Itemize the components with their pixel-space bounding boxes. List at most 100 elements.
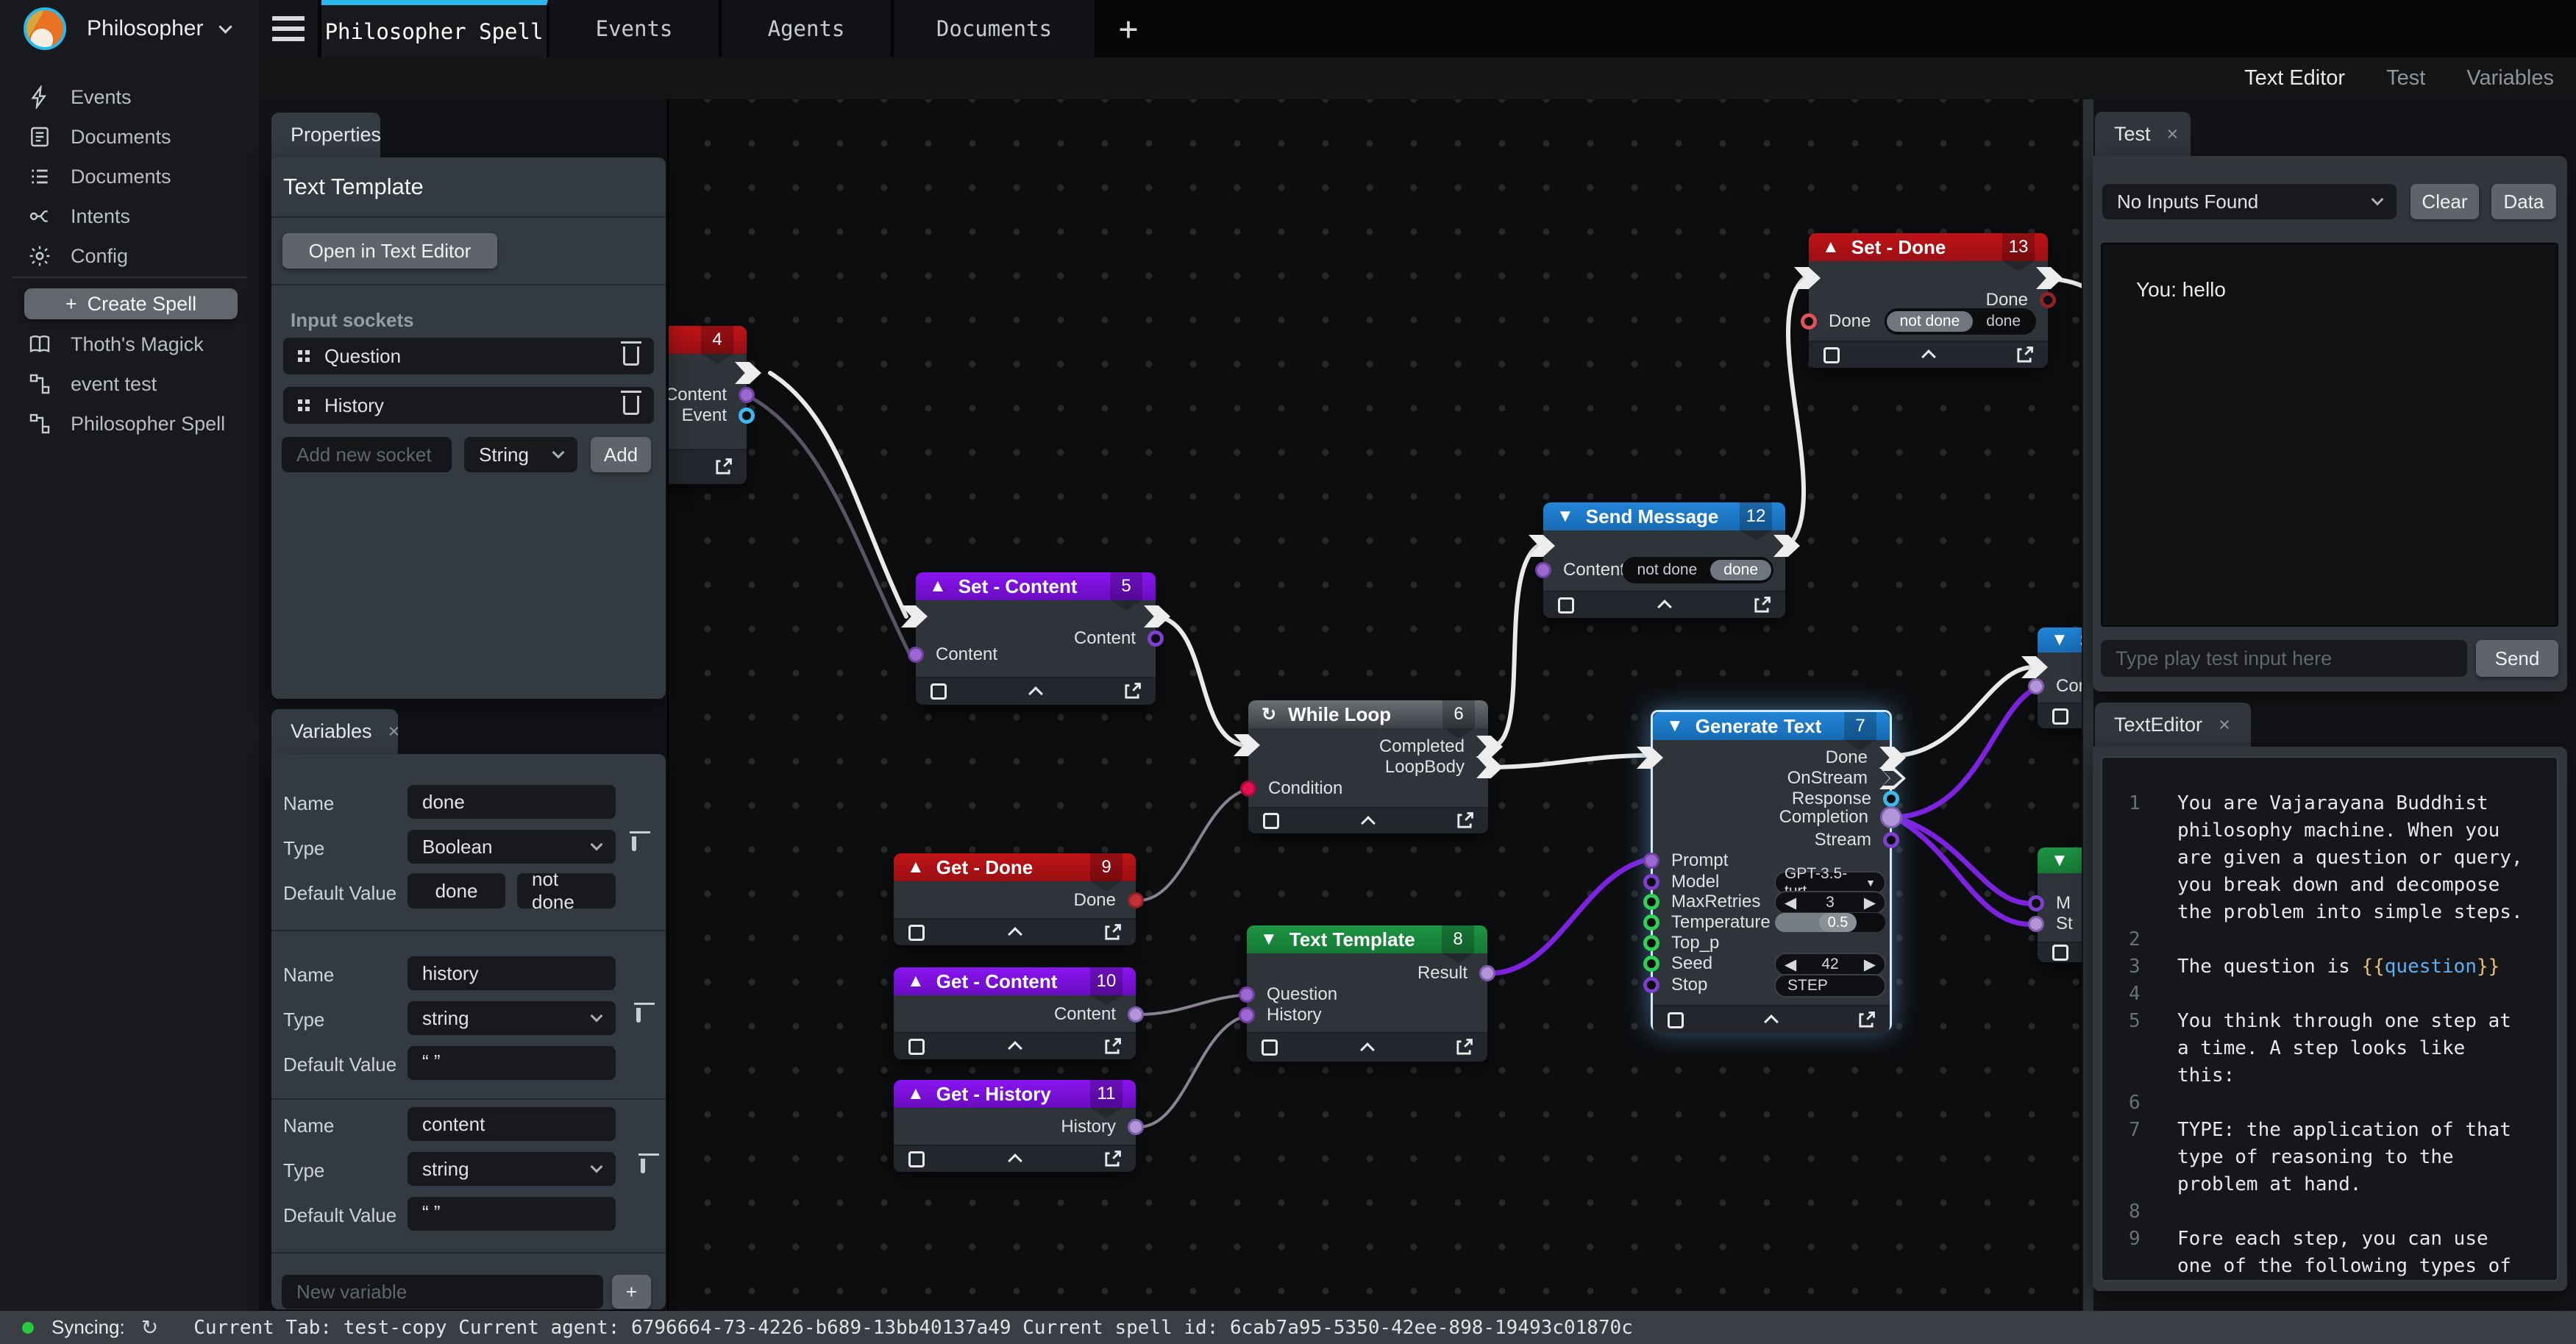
close-icon[interactable]: × xyxy=(388,720,400,743)
inputs-select[interactable]: No Inputs Found xyxy=(2102,184,2397,219)
select-icon[interactable] xyxy=(931,683,947,700)
delete-variable-icon[interactable] xyxy=(641,1159,645,1173)
stepper-left[interactable]: ◀ xyxy=(1785,894,1796,912)
default-not-done-button[interactable]: not done xyxy=(517,873,616,909)
socket-completion-output[interactable]: Completion xyxy=(1779,806,1902,828)
trigger-done-output[interactable]: Done xyxy=(1826,747,1906,769)
var-content-type-select[interactable]: string xyxy=(408,1152,616,1186)
default-done-button[interactable]: done xyxy=(408,873,505,909)
node-get-content[interactable]: ▲Get - Content10 Content xyxy=(894,967,1136,1059)
open-icon[interactable] xyxy=(1454,811,1475,831)
stop-field[interactable]: STEP xyxy=(1774,974,1886,998)
var-history-name-field[interactable]: history xyxy=(408,956,616,990)
stepper-left[interactable]: ◀ xyxy=(1785,956,1796,974)
socket-done-output[interactable]: Done xyxy=(1074,889,1144,911)
socket-maxretries-input[interactable]: MaxRetries xyxy=(1643,891,1760,913)
link-test[interactable]: Test xyxy=(2386,66,2425,90)
collapse-icon[interactable] xyxy=(1360,1042,1375,1057)
socket-done-input[interactable]: Done xyxy=(1801,310,1871,333)
open-icon[interactable] xyxy=(1102,1149,1122,1170)
sync-icon[interactable]: ↻ xyxy=(141,1315,158,1340)
node-while-loop[interactable]: ↻While Loop6 Completed LoopBody Conditio… xyxy=(1248,700,1488,833)
properties-tab[interactable]: Properties xyxy=(271,113,380,157)
collapse-icon[interactable] xyxy=(1764,1015,1779,1030)
sidebar-item-intents[interactable]: Intents xyxy=(0,197,259,235)
stepper-right[interactable]: ▶ xyxy=(1864,894,1876,912)
open-icon[interactable] xyxy=(1454,1037,1474,1058)
workspace-switcher[interactable]: Philosopher xyxy=(0,0,259,57)
socket-result-output[interactable]: Result xyxy=(1417,962,1495,984)
content-toggle[interactable]: not donedone xyxy=(1622,557,1773,583)
tab-philosopher-spell[interactable]: Philosopher Spell xyxy=(321,0,548,57)
socket-condition-input[interactable]: Condition xyxy=(1240,778,1342,800)
var-history-default-field[interactable]: “ ” xyxy=(408,1046,616,1080)
done-toggle[interactable]: not donedone xyxy=(1885,308,2036,335)
select-icon[interactable] xyxy=(908,925,925,941)
create-spell-button[interactable]: + Create Spell xyxy=(24,288,238,319)
socket-temperature-input[interactable]: Temperature xyxy=(1643,911,1771,934)
open-icon[interactable] xyxy=(2014,345,2035,366)
seed-stepper[interactable]: ◀42▶ xyxy=(1774,953,1886,976)
select-icon[interactable] xyxy=(1262,1039,1278,1056)
open-icon[interactable] xyxy=(1102,1037,1122,1057)
add-socket-input[interactable] xyxy=(282,437,452,472)
select-icon[interactable] xyxy=(1824,347,1840,363)
trigger-output[interactable] xyxy=(1773,535,1800,557)
select-icon[interactable] xyxy=(908,1151,925,1167)
socket-stop-input[interactable]: Stop xyxy=(1643,974,1707,996)
socket-model-input[interactable]: Model xyxy=(1643,871,1719,893)
var-content-name-field[interactable]: content xyxy=(408,1107,616,1141)
collapse-icon[interactable] xyxy=(1008,927,1022,942)
socket-event-output[interactable]: Event xyxy=(682,405,755,427)
add-variable-button[interactable]: + xyxy=(612,1275,651,1309)
trigger-output[interactable] xyxy=(2036,267,2063,289)
temperature-slider[interactable]: 0.5 xyxy=(1774,912,1886,933)
socket-content-input[interactable]: Content xyxy=(908,644,997,666)
texteditor-tab[interactable]: TextEditor× xyxy=(2095,703,2251,747)
node-4[interactable]: 4 Content Event xyxy=(667,326,747,484)
socket-content-input[interactable]: Content xyxy=(1535,559,1625,581)
collapse-icon[interactable] xyxy=(1008,1041,1022,1056)
sidebar-item-config[interactable]: Config xyxy=(0,237,259,275)
socket-content-input[interactable]: Conte xyxy=(2028,675,2082,697)
open-icon[interactable] xyxy=(713,457,733,477)
select-icon[interactable] xyxy=(1558,597,1574,614)
select-icon[interactable] xyxy=(2052,708,2068,725)
socket-content-output[interactable]: Content xyxy=(1054,1003,1144,1025)
trigger-loopbody-output[interactable]: LoopBody xyxy=(1385,756,1503,778)
maxretries-stepper[interactable]: ◀3▶ xyxy=(1774,891,1886,914)
open-icon[interactable] xyxy=(1122,681,1142,702)
node-get-done[interactable]: ▲Get - Done9 Done xyxy=(894,853,1136,945)
collapse-icon[interactable] xyxy=(1008,1153,1022,1168)
sidebar-item-philosopher-spell[interactable]: Philosopher Spell xyxy=(0,405,259,443)
select-icon[interactable] xyxy=(1668,1012,1684,1028)
collapse-icon[interactable] xyxy=(1921,349,1936,364)
trigger-input[interactable] xyxy=(901,605,928,627)
tab-documents[interactable]: Documents xyxy=(894,0,1096,57)
variables-tab[interactable]: Variables× xyxy=(271,709,398,754)
node-send-message-2[interactable]: ▼Se Conte xyxy=(2038,627,2082,728)
code-editor[interactable]: 1You are Vajarayana Buddhist philosophy … xyxy=(2101,756,2558,1281)
trigger-output[interactable] xyxy=(1144,605,1170,627)
tab-events[interactable]: Events xyxy=(549,0,720,57)
send-button[interactable]: Send xyxy=(2476,640,2558,677)
socket-topp-input[interactable]: Top_p xyxy=(1643,932,1719,954)
tab-agents[interactable]: Agents xyxy=(722,0,892,57)
select-icon[interactable] xyxy=(908,1039,925,1055)
drag-handle-icon[interactable] xyxy=(298,399,302,404)
new-variable-input[interactable] xyxy=(282,1275,603,1309)
var-content-default-field[interactable]: “ ” xyxy=(408,1197,616,1231)
node-text-template[interactable]: ▼Text Template8 Result Question History xyxy=(1247,925,1487,1062)
socket-question-input[interactable]: Question xyxy=(1239,984,1337,1006)
socket-stream-output[interactable]: Stream xyxy=(1815,829,1899,851)
sidebar-item-thoths-magick[interactable]: Thoth's Magick xyxy=(0,325,259,363)
socket-content-output[interactable]: Content xyxy=(1074,627,1164,650)
test-tab[interactable]: Test× xyxy=(2095,112,2191,156)
delete-variable-icon[interactable] xyxy=(636,1008,641,1023)
socket-m-input[interactable]: M xyxy=(2028,892,2071,914)
select-icon[interactable] xyxy=(1263,813,1279,829)
trigger-completed-output[interactable]: Completed xyxy=(1379,736,1503,758)
trigger-input[interactable] xyxy=(1794,267,1821,289)
clear-button[interactable]: Clear xyxy=(2410,184,2479,219)
play-test-input[interactable] xyxy=(2101,640,2467,677)
